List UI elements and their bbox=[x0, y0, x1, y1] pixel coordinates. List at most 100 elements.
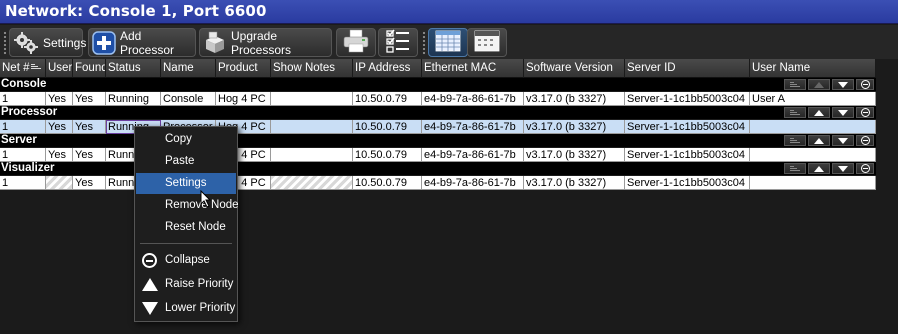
sort-icon bbox=[790, 110, 800, 115]
cell-status: Running bbox=[106, 92, 161, 106]
add-processor-button[interactable]: Add Processor bbox=[88, 28, 196, 57]
down-arrow-icon bbox=[838, 81, 848, 88]
cell-server-id: Server-1-1c1bb5003c04 bbox=[625, 120, 750, 134]
cell-software-version: v3.17.0 (b 3327) bbox=[524, 120, 625, 134]
cell-show-notes bbox=[271, 92, 353, 106]
upgrade-processors-label: Upgrade Processors bbox=[231, 28, 292, 57]
lower-priority-button[interactable] bbox=[832, 163, 854, 174]
col-header-name[interactable]: Name bbox=[161, 59, 216, 78]
lower-priority-button[interactable] bbox=[832, 135, 854, 146]
menu-item-reset-node[interactable]: Reset Node bbox=[136, 217, 236, 238]
raise-priority-icon bbox=[141, 277, 158, 292]
menu-item-copy[interactable]: Copy bbox=[136, 129, 236, 150]
table-row-selected[interactable]: 1 Yes Yes Running Processor Hog 4 PC 10.… bbox=[0, 120, 876, 134]
cell-user-name bbox=[750, 148, 876, 162]
raise-priority-button[interactable] bbox=[808, 79, 830, 90]
col-header-user[interactable]: User bbox=[46, 59, 73, 78]
collapse-icon bbox=[142, 253, 157, 268]
table-row[interactable]: 1 Yes Running Hog 4 PC 10.50.0.79 e4-b9-… bbox=[0, 176, 876, 190]
col-header-show-notes[interactable]: Show Notes bbox=[271, 59, 353, 78]
cell-ip-address: 10.50.0.79 bbox=[353, 120, 422, 134]
menu-item-paste[interactable]: Paste bbox=[136, 151, 236, 172]
group-sort-button[interactable] bbox=[784, 107, 806, 118]
cell-net: 1 bbox=[0, 148, 46, 162]
printer-icon bbox=[342, 29, 370, 56]
cell-user-name bbox=[750, 120, 876, 134]
cell-ethernet-mac: e4-b9-7a-86-61-7b bbox=[422, 120, 524, 134]
sort-icon bbox=[790, 138, 800, 143]
cell-user-name: User A bbox=[750, 92, 876, 106]
cell-ethernet-mac: e4-b9-7a-86-61-7b bbox=[422, 176, 524, 190]
raise-priority-button[interactable] bbox=[808, 135, 830, 146]
cell-server-id: Server-1-1c1bb5003c04 bbox=[625, 92, 750, 106]
up-arrow-icon bbox=[814, 165, 824, 172]
mouse-cursor-icon bbox=[200, 189, 212, 212]
menu-item-lower-priority[interactable]: Lower Priority bbox=[136, 298, 236, 319]
sort-icon bbox=[790, 166, 800, 171]
raise-priority-button[interactable] bbox=[808, 163, 830, 174]
col-header-software-version[interactable]: Software Version bbox=[524, 59, 625, 78]
collapse-icon bbox=[860, 108, 870, 117]
lower-priority-button[interactable] bbox=[832, 79, 854, 90]
collapse-button[interactable] bbox=[856, 79, 874, 90]
toolbar-grip-2[interactable] bbox=[422, 31, 426, 55]
col-header-found[interactable]: Found bbox=[73, 59, 106, 78]
collapse-button[interactable] bbox=[856, 135, 874, 146]
cell-user: Yes bbox=[46, 148, 73, 162]
cell-net: 1 bbox=[0, 120, 46, 134]
add-processor-label: Add Processor bbox=[120, 28, 175, 57]
cell-show-notes bbox=[271, 148, 353, 162]
cell-show-notes bbox=[271, 120, 353, 134]
group-sort-button[interactable] bbox=[784, 163, 806, 174]
up-arrow-icon bbox=[814, 81, 824, 88]
cell-server-id: Server-1-1c1bb5003c04 bbox=[625, 176, 750, 190]
checklist-button[interactable] bbox=[378, 28, 418, 57]
col-header-ip-address[interactable]: IP Address bbox=[353, 59, 422, 78]
sort-icon bbox=[31, 64, 41, 69]
upgrade-processors-button[interactable]: Upgrade Processors bbox=[199, 28, 332, 57]
collapse-icon bbox=[860, 136, 870, 145]
print-button[interactable] bbox=[336, 28, 376, 57]
cell-found: Yes bbox=[73, 176, 106, 190]
menu-item-collapse[interactable]: Collapse bbox=[136, 250, 236, 271]
col-header-server-id[interactable]: Server ID bbox=[625, 59, 750, 78]
cell-found: Yes bbox=[73, 92, 106, 106]
col-header-status[interactable]: Status bbox=[106, 59, 161, 78]
group-header-processor[interactable]: Processor bbox=[0, 106, 876, 119]
collapse-button[interactable] bbox=[856, 107, 874, 118]
menu-separator bbox=[140, 243, 232, 244]
cell-server-id: Server-1-1c1bb5003c04 bbox=[625, 148, 750, 162]
lower-priority-button[interactable] bbox=[832, 107, 854, 118]
cell-show-notes bbox=[271, 176, 353, 190]
group-controls bbox=[784, 163, 874, 174]
settings-button[interactable]: Settings bbox=[9, 28, 86, 57]
group-header-server[interactable]: Server bbox=[0, 134, 876, 147]
col-header-net[interactable]: Net # bbox=[0, 59, 46, 78]
cell-product: Hog 4 PC bbox=[216, 92, 271, 106]
raise-priority-button[interactable] bbox=[808, 107, 830, 118]
cell-net: 1 bbox=[0, 92, 46, 106]
menu-item-remove-node[interactable]: Remove Node bbox=[136, 195, 239, 216]
menu-item-raise-priority[interactable]: Raise Priority bbox=[136, 274, 236, 295]
cell-ip-address: 10.50.0.79 bbox=[353, 92, 422, 106]
group-sort-button[interactable] bbox=[784, 79, 806, 90]
group-controls bbox=[784, 107, 874, 118]
cell-ethernet-mac: e4-b9-7a-86-61-7b bbox=[422, 148, 524, 162]
table-row[interactable]: 1 Yes Yes Running Console Hog 4 PC 10.50… bbox=[0, 92, 876, 106]
col-header-user-name[interactable]: User Name bbox=[750, 59, 876, 78]
cell-user-name bbox=[750, 176, 876, 190]
collapse-button[interactable] bbox=[856, 163, 874, 174]
list-view-button[interactable] bbox=[467, 28, 507, 57]
cell-software-version: v3.17.0 (b 3327) bbox=[524, 92, 625, 106]
group-sort-button[interactable] bbox=[784, 135, 806, 146]
lower-priority-icon bbox=[141, 301, 158, 316]
toolbar-grip[interactable] bbox=[3, 31, 7, 55]
col-header-product[interactable]: Product bbox=[216, 59, 271, 78]
menu-item-settings[interactable]: Settings bbox=[136, 173, 236, 194]
collapse-icon bbox=[860, 164, 870, 173]
grid-view-button[interactable] bbox=[428, 28, 468, 57]
group-header-visualizer[interactable]: Visualizer bbox=[0, 162, 876, 175]
table-row[interactable]: 1 Yes Yes Running Hog 4 PC 10.50.0.79 e4… bbox=[0, 148, 876, 162]
group-header-console[interactable]: Console bbox=[0, 78, 876, 91]
col-header-ethernet-mac[interactable]: Ethernet MAC bbox=[422, 59, 524, 78]
